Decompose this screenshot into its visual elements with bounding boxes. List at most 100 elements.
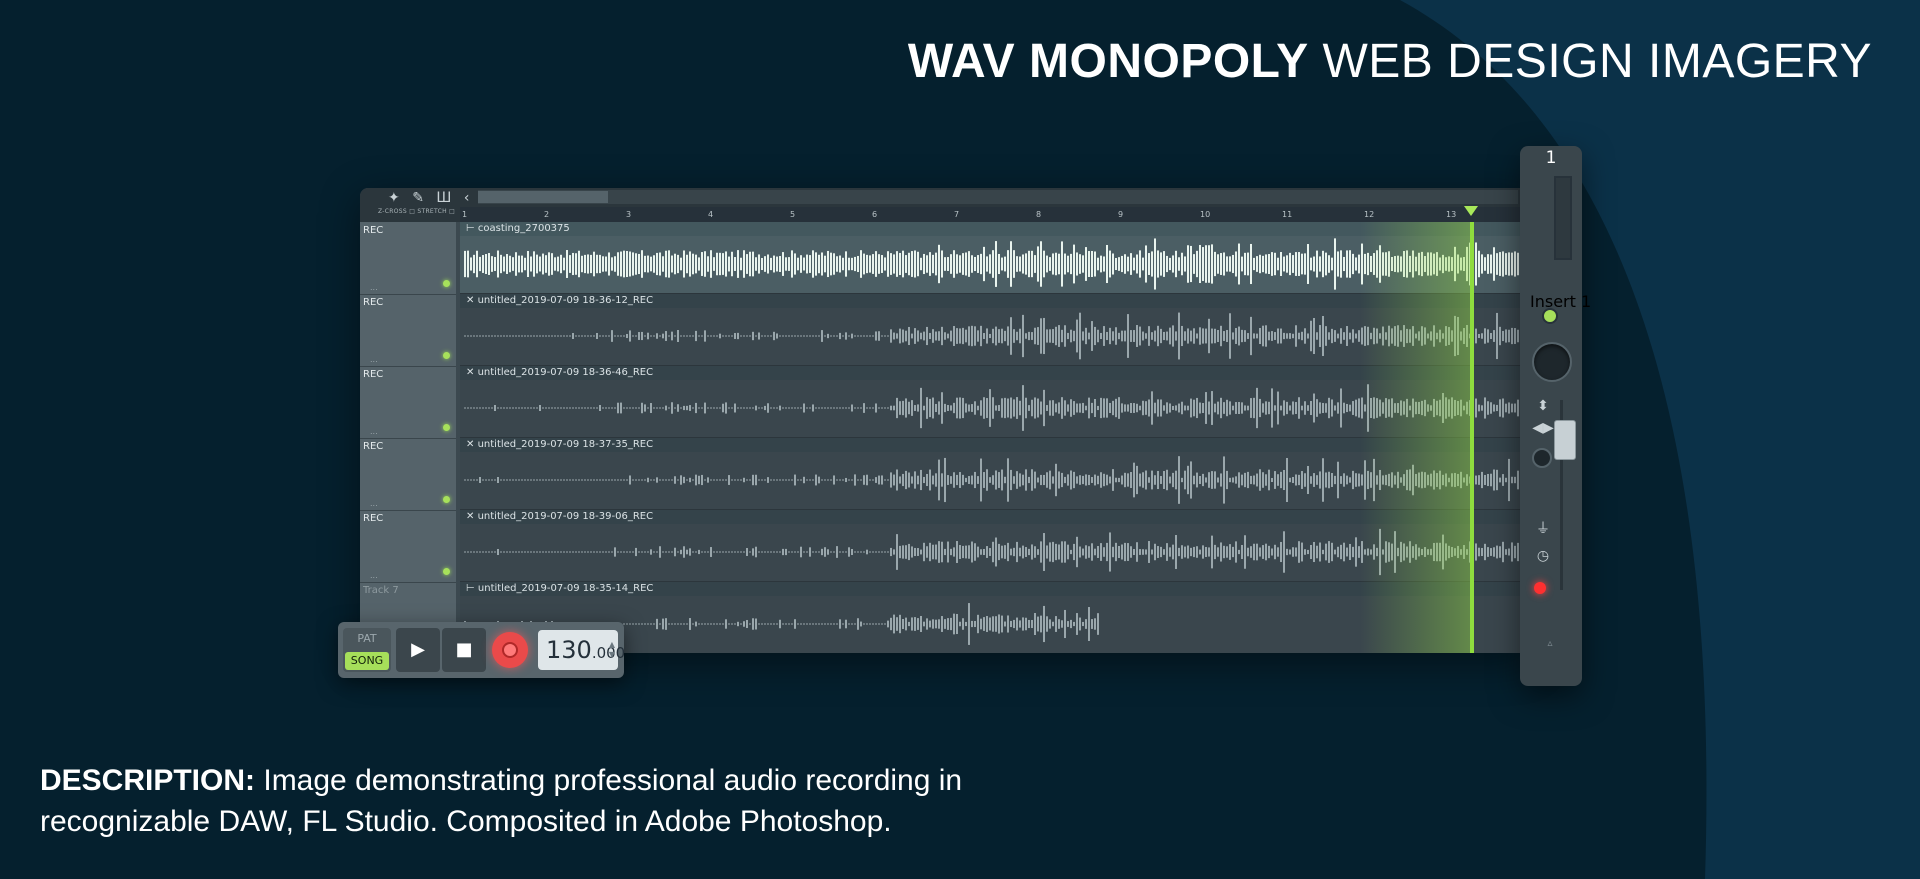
- ruler-bar-1[interactable]: 1: [462, 210, 467, 219]
- chevron-left-icon[interactable]: ‹: [464, 190, 470, 206]
- track-header[interactable]: REC...: [360, 366, 456, 439]
- waveform-sample: [647, 551, 649, 553]
- waveform-sample: [743, 335, 745, 337]
- stop-button[interactable]: ■: [442, 628, 486, 672]
- track-header[interactable]: REC...: [360, 438, 456, 511]
- track-header[interactable]: REC...: [360, 294, 456, 367]
- record-button[interactable]: [492, 632, 528, 668]
- waveform-sample: [1370, 472, 1372, 488]
- waveform-sample: [782, 479, 784, 481]
- ruler-bar-10[interactable]: 10: [1200, 210, 1210, 219]
- ruler-bar-11[interactable]: 11: [1282, 210, 1292, 219]
- track-mute-led[interactable]: [443, 568, 450, 575]
- tempo-display[interactable]: 130.000 ▲ ▼: [538, 630, 625, 670]
- pencil-icon[interactable]: ✎: [412, 190, 424, 206]
- waveform-sample: [893, 405, 895, 411]
- clip-title[interactable]: ✕ untitled_2019-07-09 18-39-06_REC: [460, 510, 1530, 524]
- zcross-checkbox[interactable]: □: [409, 208, 415, 215]
- waveform-sample: [845, 251, 847, 277]
- pan-knob[interactable]: [1532, 342, 1572, 382]
- track-lane[interactable]: ✕ untitled_2019-07-09 18-36-12_REC: [460, 294, 1530, 366]
- pat-label[interactable]: PAT: [343, 632, 391, 645]
- timeline-ruler[interactable]: 1 2 3 4 5 6 7 8 9 10 11 12 13: [460, 207, 1530, 223]
- waveform-sample: [1130, 546, 1132, 558]
- waveform-sample: [677, 330, 679, 342]
- track-mute-led[interactable]: [443, 352, 450, 359]
- playhead[interactable]: [1470, 222, 1474, 653]
- track-mute-led[interactable]: [443, 424, 450, 431]
- waveform-sample: [1067, 404, 1069, 412]
- ruler-bar-8[interactable]: 8: [1036, 210, 1041, 219]
- grid-icon[interactable]: Ш: [436, 190, 451, 206]
- volume-fader-handle[interactable]: [1554, 420, 1576, 460]
- track-lane[interactable]: ✕ untitled_2019-07-09 18-39-06_REC: [460, 510, 1530, 582]
- waveform-sample: [1106, 244, 1108, 284]
- clip-title[interactable]: ✕ untitled_2019-07-09 18-37-35_REC: [460, 438, 1530, 452]
- plug-icon[interactable]: ⏚: [1512, 518, 1574, 538]
- clip-close-icon[interactable]: ⊢: [466, 223, 478, 234]
- pat-song-toggle[interactable]: PAT SONG: [343, 628, 391, 672]
- waveform-sample: [488, 335, 490, 337]
- record-arm-led[interactable]: [1534, 582, 1546, 594]
- clock-icon[interactable]: ◷: [1512, 548, 1574, 564]
- clip-title[interactable]: ✕ untitled_2019-07-09 18-36-46_REC: [460, 366, 1530, 380]
- waveform-sample: [1373, 544, 1375, 560]
- waveform-sample: [776, 256, 778, 272]
- track-lane[interactable]: ⊢ coasting_2700375: [460, 222, 1530, 294]
- waveform-sample: [701, 407, 703, 409]
- ruler-bar-13[interactable]: 13: [1446, 210, 1456, 219]
- ruler-bar-3[interactable]: 3: [626, 210, 631, 219]
- waveform-sample: [1373, 458, 1375, 502]
- ruler-bar-12[interactable]: 12: [1364, 210, 1374, 219]
- waveform-sample: [1346, 250, 1348, 278]
- waveform-sample: [746, 619, 748, 629]
- ruler-bar-5[interactable]: 5: [790, 210, 795, 219]
- waveform-sample: [551, 407, 553, 409]
- waveform-sample: [548, 335, 550, 337]
- clip-close-icon[interactable]: ✕: [466, 295, 478, 306]
- waveform-sample: [863, 623, 865, 625]
- waveform-sample: [956, 254, 958, 274]
- stereo-knob[interactable]: [1532, 448, 1552, 468]
- clip-close-icon[interactable]: ⊢: [466, 583, 478, 594]
- clip-title[interactable]: ⊢ untitled_2019-07-09 18-35-14_REC: [460, 582, 1530, 596]
- clip-close-icon[interactable]: ✕: [466, 511, 478, 522]
- track-mute-led[interactable]: [443, 496, 450, 503]
- ruler-bar-4[interactable]: 4: [708, 210, 713, 219]
- clip-close-icon[interactable]: ✕: [466, 367, 478, 378]
- clip-title[interactable]: ⊢ coasting_2700375: [460, 222, 1530, 236]
- track-mute-led[interactable]: [443, 280, 450, 287]
- waveform-sample: [497, 407, 499, 409]
- waveform-sample: [974, 543, 976, 561]
- waveform-sample: [1334, 549, 1336, 555]
- clip-title[interactable]: ✕ untitled_2019-07-09 18-36-12_REC: [460, 294, 1530, 308]
- ruler-bar-2[interactable]: 2: [544, 210, 549, 219]
- waveform-sample: [1019, 547, 1021, 557]
- clip-close-icon[interactable]: ✕: [466, 439, 478, 450]
- ruler-bar-9[interactable]: 9: [1118, 210, 1123, 219]
- stretch-checkbox[interactable]: □: [449, 208, 455, 215]
- waveform-sample: [569, 479, 571, 481]
- waveform-sample: [1211, 244, 1213, 284]
- scrollbar-thumb[interactable]: [478, 191, 608, 203]
- song-label[interactable]: SONG: [345, 652, 389, 670]
- waveform-sample: [1055, 543, 1057, 561]
- waveform-sample: [1316, 475, 1318, 485]
- waveform-sample: [1391, 256, 1393, 272]
- track-lane[interactable]: ✕ untitled_2019-07-09 18-36-46_REC: [460, 366, 1530, 438]
- tempo-spinner-icon[interactable]: ▲ ▼: [609, 640, 615, 660]
- ruler-bar-7[interactable]: 7: [954, 210, 959, 219]
- collapse-icon[interactable]: ▵: [1534, 638, 1566, 649]
- stereo-vertical-icon[interactable]: ⬍: [1512, 398, 1574, 414]
- play-button[interactable]: ▶: [396, 628, 440, 672]
- horizontal-scrollbar[interactable]: [478, 190, 1518, 204]
- ruler-bar-6[interactable]: 6: [872, 210, 877, 219]
- playhead-marker[interactable]: [1464, 206, 1478, 216]
- track-header[interactable]: REC...: [360, 222, 456, 295]
- track-header[interactable]: REC...: [360, 510, 456, 583]
- waveform-sample: [956, 397, 958, 419]
- waveform-sample: [1082, 402, 1084, 414]
- waveform-icon[interactable]: ✦: [388, 190, 400, 206]
- track-lane[interactable]: ✕ untitled_2019-07-09 18-37-35_REC: [460, 438, 1530, 510]
- waveform-sample: [710, 547, 712, 557]
